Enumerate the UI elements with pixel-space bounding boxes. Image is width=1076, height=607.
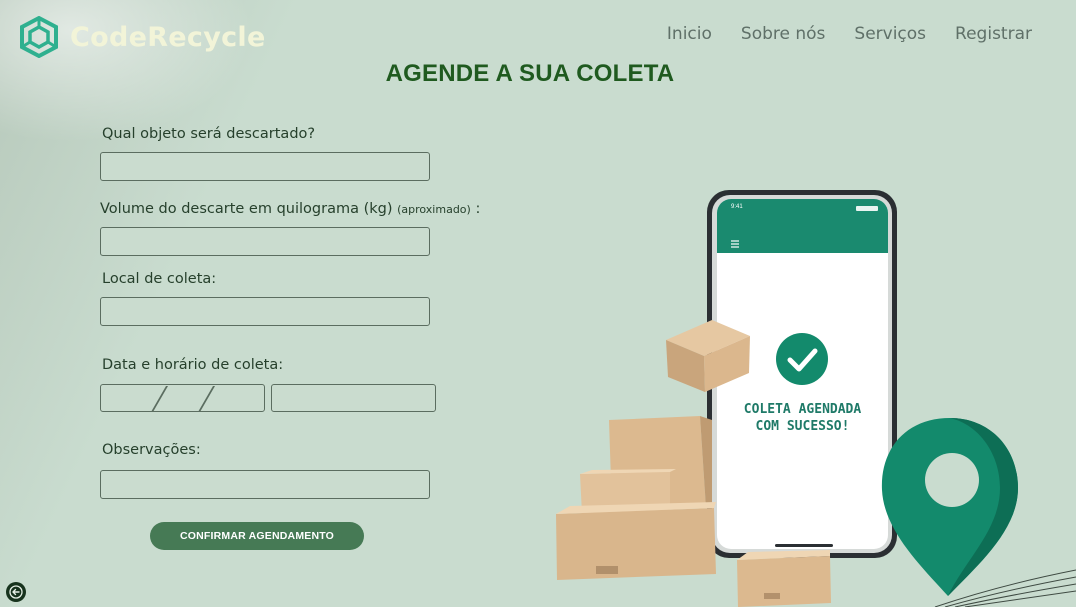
nav-inicio[interactable]: Inicio bbox=[667, 24, 712, 44]
brand-name: CodeRecycle bbox=[70, 21, 266, 53]
back-button[interactable] bbox=[6, 582, 26, 602]
page-title: AGENDE A SUA COLETA bbox=[385, 60, 675, 87]
date-separator-1 bbox=[151, 386, 168, 412]
recycle-logo-icon bbox=[20, 16, 58, 58]
phone-time: 9:41 bbox=[731, 204, 743, 210]
location-pin-icon bbox=[881, 418, 1018, 596]
main-nav: Inicio Sobre nós Serviços Registrar bbox=[638, 24, 1032, 44]
time-input[interactable] bbox=[271, 384, 436, 412]
volume-suffix: : bbox=[475, 201, 481, 217]
notes-input[interactable] bbox=[100, 470, 430, 499]
datetime-label: Data e horário de coleta: bbox=[102, 357, 284, 373]
volume-label-text: Volume do descarte em quilograma (kg) bbox=[100, 201, 393, 217]
confirm-button[interactable]: CONFIRMAR AGENDAMENTO bbox=[150, 522, 364, 550]
object-input[interactable] bbox=[100, 152, 430, 181]
nav-servicos[interactable]: Serviços bbox=[854, 24, 926, 44]
phone-success-message: COLETA AGENDADA COM SUCESSO! bbox=[743, 402, 862, 434]
location-input[interactable] bbox=[100, 297, 430, 326]
volume-hint: (aproximado) bbox=[397, 203, 471, 216]
logo[interactable]: CodeRecycle bbox=[18, 16, 266, 58]
date-input[interactable] bbox=[100, 384, 265, 412]
illustration bbox=[556, 190, 1076, 607]
check-icon bbox=[776, 333, 828, 385]
back-arrow-icon bbox=[9, 585, 23, 599]
nav-registrar[interactable]: Registrar bbox=[955, 24, 1032, 44]
volume-input[interactable] bbox=[100, 227, 430, 256]
date-separator-2 bbox=[198, 386, 215, 412]
volume-label: Volume do descarte em quilograma (kg) (a… bbox=[100, 201, 480, 217]
object-label: Qual objeto será descartado? bbox=[102, 126, 316, 142]
nav-sobre-nos[interactable]: Sobre nós bbox=[741, 24, 826, 44]
notes-label: Observações: bbox=[102, 442, 201, 458]
location-label: Local de coleta: bbox=[102, 271, 217, 287]
